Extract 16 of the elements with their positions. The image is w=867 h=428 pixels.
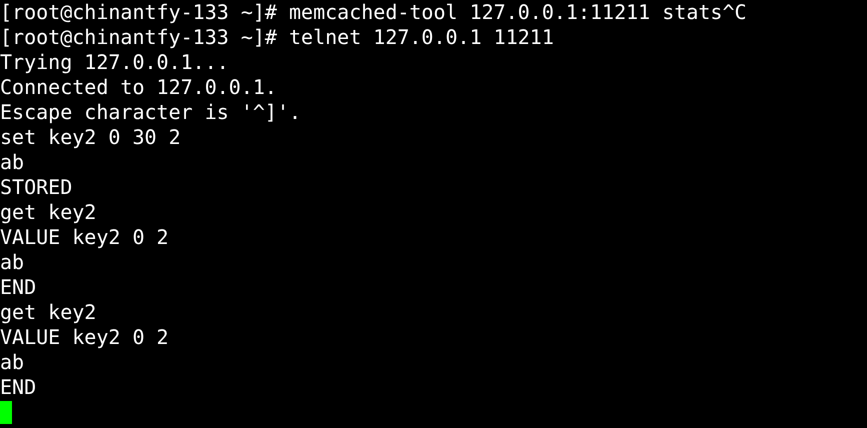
terminal-line: STORED (0, 175, 72, 199)
terminal-line: get key2 (0, 200, 96, 224)
terminal-line: ab (0, 150, 24, 174)
terminal-line: set key2 0 30 2 (0, 125, 181, 149)
terminal-line: END (0, 275, 36, 299)
terminal-line: [root@chinantfy-133 ~]# memcached-tool 127.0.0.1:11211 stats^C (0, 0, 747, 24)
terminal-line: ab (0, 350, 24, 374)
terminal-line: ab (0, 250, 24, 274)
terminal-line: [root@chinantfy-133 ~]# telnet 127.0.0.1 11211 (0, 25, 554, 49)
terminal-line: VALUE key2 0 2 (0, 325, 169, 349)
terminal-line: VALUE key2 0 2 (0, 225, 169, 249)
terminal-line: Connected to 127.0.0.1. (0, 75, 277, 99)
terminal-line: END (0, 375, 36, 399)
terminal-line: Escape character is '^]'. (0, 100, 302, 124)
terminal-line: get key2 (0, 300, 96, 324)
terminal-line: Trying 127.0.0.1... (0, 50, 229, 74)
